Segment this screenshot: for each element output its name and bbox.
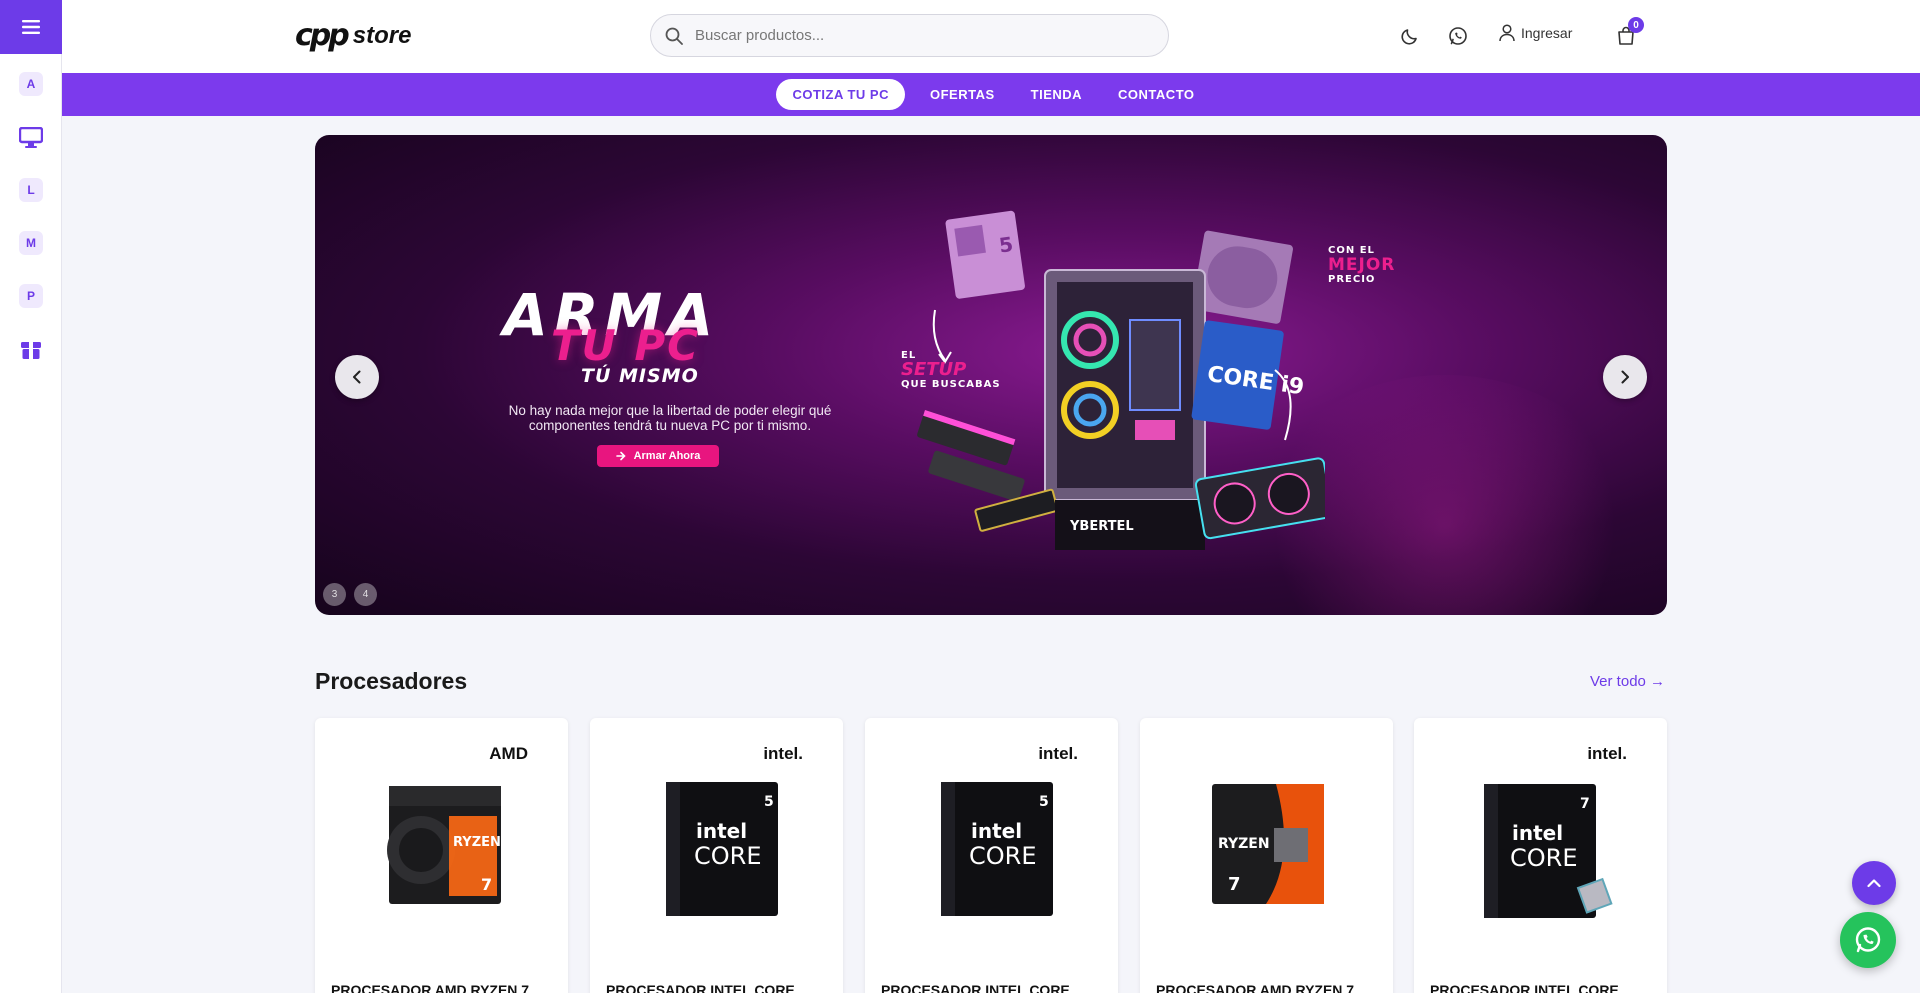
rail-item-monitor[interactable]	[19, 126, 43, 150]
svg-text:RYZEN: RYZEN	[1218, 836, 1270, 852]
hero-carousel: ARMA TU PC TÚ MISMO No hay nada mejor qu…	[315, 135, 1667, 615]
login-button[interactable]: Ingresar	[1499, 24, 1572, 42]
product-name[interactable]: PROCESADOR AMD RYZEN 7	[331, 982, 568, 993]
arrow-right-icon	[615, 451, 626, 461]
svg-text:intel: intel	[971, 819, 1022, 843]
hero-price-caption: CON EL MEJOR PRECIO	[1328, 245, 1395, 285]
scroll-to-top-button[interactable]	[1852, 861, 1896, 905]
product-name[interactable]: PROCESADOR INTEL CORE	[881, 982, 1118, 993]
hero-cta-button[interactable]: Armar Ahora	[597, 445, 719, 467]
hamburger-icon	[22, 20, 40, 34]
login-label: Ingresar	[1521, 25, 1573, 41]
monitor-icon	[19, 127, 43, 148]
svg-text:7: 7	[1228, 874, 1241, 895]
search-input[interactable]	[695, 27, 1135, 44]
search-box[interactable]	[650, 14, 1169, 57]
product-card[interactable]: intel. intel CORE 5 PROCESADOR INTEL COR…	[865, 718, 1118, 993]
search-icon	[665, 27, 683, 45]
product-card[interactable]: intel. intel CORE 7 PROCESADOR INTEL COR…	[1414, 718, 1667, 993]
product-image: intel CORE 7	[1484, 784, 1613, 918]
nav-item-cotiza[interactable]: COTIZA TU PC	[776, 79, 905, 110]
svg-text:5: 5	[1039, 794, 1049, 810]
hero-title-line2: TU PC	[551, 321, 700, 370]
whatsapp-icon	[1855, 927, 1881, 953]
hero-cta-label: Armar Ahora	[633, 450, 701, 462]
product-image: RYZEN 7	[387, 786, 501, 904]
whatsapp-float-button[interactable]	[1840, 912, 1896, 968]
product-image: intel CORE 5	[941, 782, 1053, 916]
product-name[interactable]: PROCESADOR AMD RYZEN 7	[1156, 982, 1393, 993]
svg-text:intel: intel	[1512, 821, 1563, 845]
moon-icon	[1401, 29, 1417, 45]
svg-text:7: 7	[1580, 796, 1590, 812]
nav-item-ofertas[interactable]: OFERTAS	[919, 80, 1006, 109]
box-icon	[21, 342, 41, 359]
setup-line3: QUE BUSCABAS	[901, 379, 1001, 390]
logo-text: store	[352, 21, 412, 49]
cart-count-badge: 0	[1628, 17, 1644, 33]
see-all-link[interactable]: Ver todo →	[1590, 673, 1665, 690]
whatsapp-button[interactable]	[1446, 24, 1470, 48]
setup-line2: SETUP	[901, 359, 967, 380]
rail-item-box[interactable]	[19, 338, 43, 362]
svg-text:5: 5	[764, 794, 774, 810]
rail-item-l[interactable]: L	[19, 178, 43, 202]
hero-title-line3: TÚ MISMO	[581, 365, 699, 387]
product-card[interactable]: RYZEN 7 PROCESADOR AMD RYZEN 7	[1140, 718, 1393, 993]
product-name[interactable]: PROCESADOR INTEL CORE	[1430, 982, 1667, 993]
chevron-left-icon	[353, 370, 361, 384]
svg-text:RYZEN: RYZEN	[453, 835, 501, 850]
pc-components-illustration: 5 CORE i9 YBERTEL	[917, 210, 1325, 550]
main-nav: COTIZA TU PC OFERTAS TIENDA CONTACTO	[62, 73, 1920, 116]
product-card[interactable]: intel. intel CORE 5 PROCESADOR INTEL COR…	[590, 718, 843, 993]
left-rail: A L M P	[0, 0, 62, 993]
svg-text:CORE: CORE	[1510, 844, 1578, 872]
rail-item-a[interactable]: A	[19, 72, 43, 96]
brand-logo: intel.	[1038, 744, 1078, 763]
section-title: Procesadores	[315, 668, 468, 694]
carousel-prev-button[interactable]	[335, 355, 379, 399]
svg-text:YBERTEL: YBERTEL	[1069, 519, 1134, 534]
hero-description: No hay nada mejor que la libertad de pod…	[508, 403, 832, 433]
cart-button[interactable]: 0	[1614, 17, 1644, 48]
chevron-up-icon	[1867, 879, 1881, 888]
nav-item-tienda[interactable]: TIENDA	[1020, 80, 1093, 109]
product-image: intel CORE 5	[666, 782, 778, 916]
svg-text:CORE: CORE	[969, 842, 1037, 870]
brand-logo: AMD	[489, 744, 528, 763]
brand-logo: intel.	[1587, 744, 1627, 763]
product-card[interactable]: AMD RYZEN 7 PROCESADOR AMD RYZEN 7	[315, 718, 568, 993]
chevron-right-icon	[1621, 370, 1629, 384]
svg-text:7: 7	[481, 875, 492, 894]
theme-toggle[interactable]	[1398, 24, 1422, 48]
svg-text:intel: intel	[696, 819, 747, 843]
logo[interactable]: cpp store	[295, 18, 411, 53]
svg-text:CORE: CORE	[694, 842, 762, 870]
whatsapp-icon	[1449, 27, 1467, 45]
header: cpp store Ingresar 0	[62, 0, 1920, 73]
logo-mark: cpp	[295, 18, 350, 53]
user-icon	[1499, 24, 1515, 42]
nav-item-contacto[interactable]: CONTACTO	[1107, 80, 1205, 109]
rail-item-m[interactable]: M	[19, 231, 43, 255]
menu-button[interactable]	[0, 0, 62, 54]
carousel-dot-3[interactable]: 3	[323, 583, 346, 606]
mejor-line3: PRECIO	[1328, 274, 1376, 285]
carousel-next-button[interactable]	[1603, 355, 1647, 399]
hero-setup-caption: EL SETUP QUE BUSCABAS	[901, 350, 1001, 390]
carousel-dots: 3 4	[323, 583, 377, 606]
product-name[interactable]: PROCESADOR INTEL CORE	[606, 982, 843, 993]
rail-item-p[interactable]: P	[19, 284, 43, 308]
carousel-dot-4[interactable]: 4	[354, 583, 377, 606]
product-image: RYZEN 7	[1212, 784, 1324, 904]
brand-logo: intel.	[763, 744, 803, 763]
mejor-line2: MEJOR	[1328, 255, 1396, 275]
